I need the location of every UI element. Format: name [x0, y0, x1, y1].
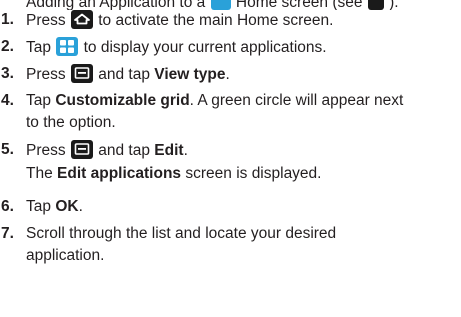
step-text: Tap — [26, 92, 51, 109]
clipped-text-before: Adding an Application to a — [26, 0, 206, 10]
clipped-top-line: Adding an Application to a Home screen (… — [26, 0, 446, 10]
applications-icon — [56, 37, 79, 56]
ui-term: OK — [55, 198, 79, 215]
ui-term: Edit applications — [57, 165, 182, 182]
note-text: The — [26, 165, 53, 182]
ui-term: Edit — [154, 142, 184, 159]
step-text: and tap — [98, 66, 150, 83]
step-4-continuation: to the option. — [26, 114, 116, 131]
step-text: Press — [26, 142, 66, 159]
step-text: Press — [26, 12, 66, 29]
menu-key-icon — [70, 140, 93, 159]
step-number: 3. — [1, 65, 14, 82]
step-number: 2. — [1, 38, 14, 55]
step-text: and tap — [98, 142, 150, 159]
clipped-text-end: ). — [389, 0, 399, 10]
step-number: 6. — [1, 198, 14, 215]
step-text: . A green circle will appear next — [189, 92, 404, 109]
step-number: 4. — [1, 92, 14, 109]
step-text: to display your current applications. — [83, 39, 327, 56]
step-text: Press — [26, 66, 66, 83]
step-text: Tap — [26, 198, 51, 215]
step-text: Scroll through the list and locate your … — [26, 225, 337, 242]
step-text: to activate the main Home screen. — [98, 12, 334, 29]
punctuation: . — [78, 198, 83, 215]
step-5-note: The Edit applications screen is displaye… — [26, 164, 321, 183]
home-key-icon — [70, 10, 93, 29]
step-text: Tap — [26, 39, 51, 56]
step-number: 5. — [1, 141, 14, 158]
home-key-icon — [367, 0, 384, 10]
punctuation: . — [183, 142, 188, 159]
ui-term: Customizable grid — [55, 92, 190, 109]
step-7-continuation: application. — [26, 247, 105, 264]
applications-icon — [210, 0, 231, 10]
clipped-text-middle: Home screen (see — [235, 0, 363, 10]
ui-term: View type — [154, 66, 226, 83]
menu-key-icon — [70, 64, 93, 83]
punctuation: . — [225, 66, 230, 83]
step-number: 7. — [1, 225, 14, 242]
note-text: screen is displayed. — [185, 165, 322, 182]
step-number: 1. — [1, 11, 14, 28]
